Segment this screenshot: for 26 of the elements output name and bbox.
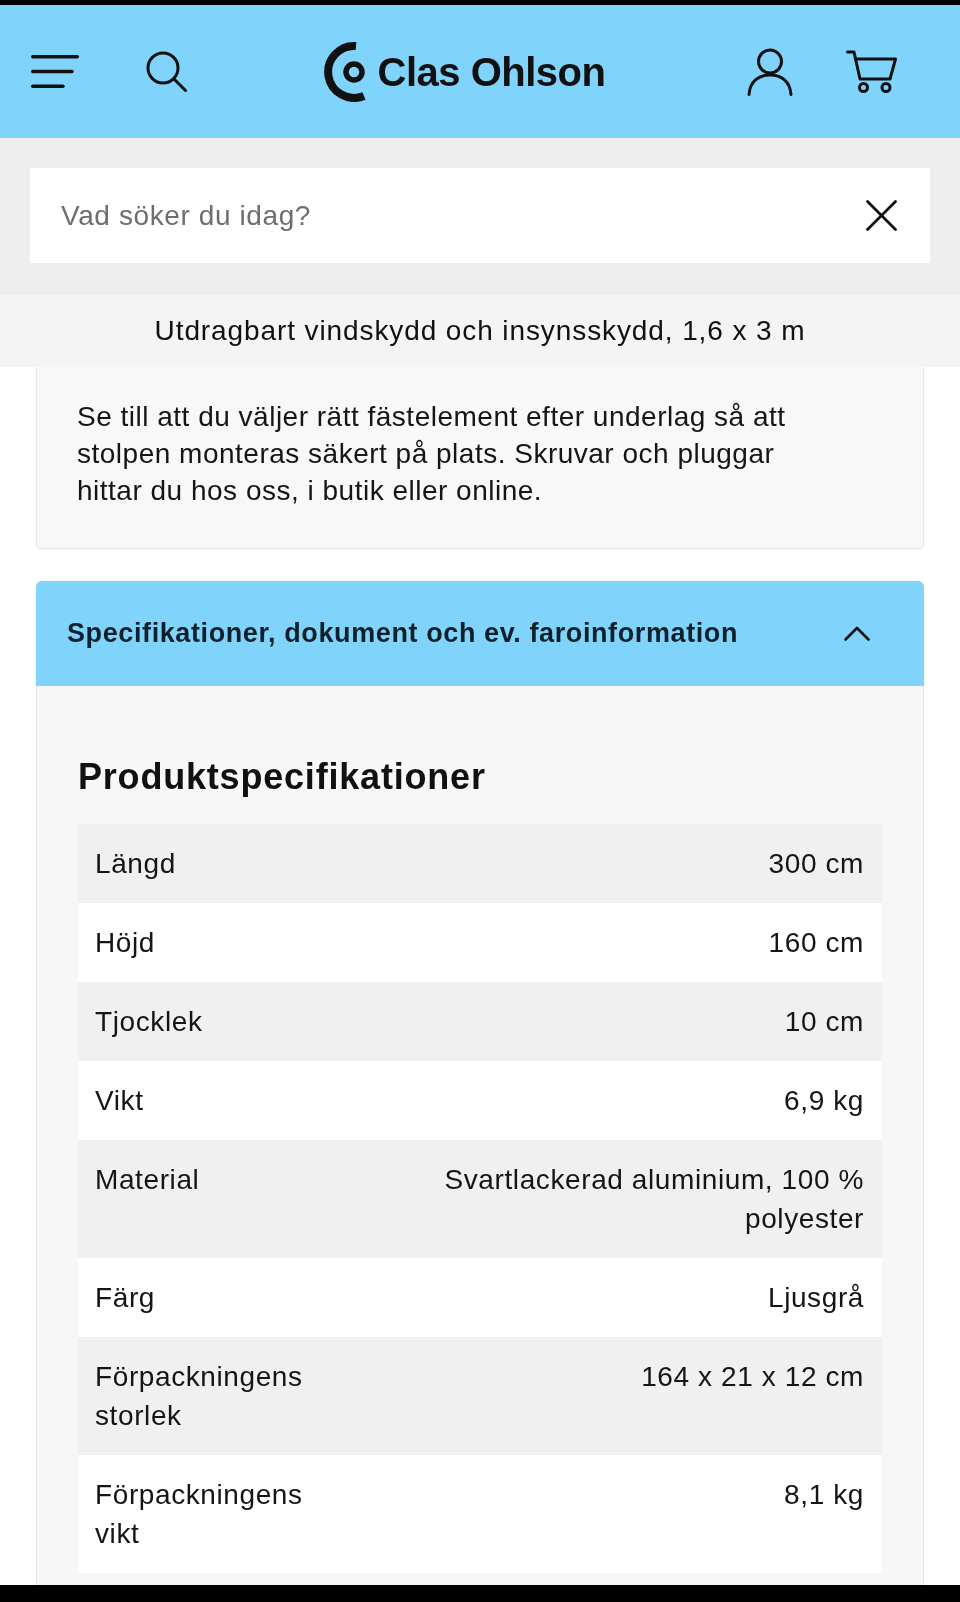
spec-value: Svartlackerad aluminium, 100 % polyester xyxy=(443,1163,864,1236)
spec-value: 160 cm xyxy=(768,926,864,960)
user-icon[interactable] xyxy=(747,47,793,96)
menu-icon[interactable] xyxy=(31,55,79,88)
spec-value: Ljusgrå xyxy=(767,1281,864,1315)
logo-text[interactable]: Clas Ohlson xyxy=(377,51,606,92)
spec-label: Material xyxy=(95,1163,200,1197)
spec-label: Färg xyxy=(95,1281,155,1315)
spec-value: 8,1 kg xyxy=(784,1478,864,1512)
spec-label: Längd xyxy=(95,847,176,881)
spec-value: 164 x 21 x 12 cm xyxy=(641,1360,864,1394)
accordion-header[interactable]: Specifikationer, dokument och ev. faroinformation xyxy=(36,581,924,686)
spec-label: Tjocklek xyxy=(95,1005,203,1039)
close-icon[interactable] xyxy=(866,200,897,231)
spec-label: Höjd xyxy=(95,926,155,960)
spec-label: Förpackningens vikt xyxy=(95,1478,304,1551)
info-text: Se till att du väljer rätt fästelement efter underlag så att stolpen monteras säkert på plats. Skruvar och pluggar hittar du hos oss, i butik eller online. xyxy=(77,400,787,508)
product-title: Utdragbart vindskydd och insynsskydd, 1,6 x 3 m xyxy=(154,314,806,348)
spec-value: 300 cm xyxy=(768,847,864,881)
spec-label: Förpackningens storlek xyxy=(95,1360,304,1433)
spec-label: Vikt xyxy=(95,1084,144,1118)
section-heading: Produktspecifikationer xyxy=(78,756,487,797)
search-icon[interactable] xyxy=(146,51,187,92)
spec-value: 10 cm xyxy=(784,1005,864,1039)
cart-icon[interactable] xyxy=(846,50,898,93)
spec-value: 6,9 kg xyxy=(784,1084,864,1118)
